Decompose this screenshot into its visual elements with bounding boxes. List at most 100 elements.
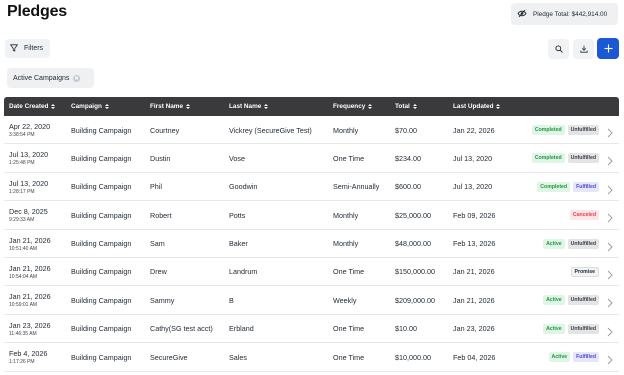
date-created: Jan 23, 2026 bbox=[9, 320, 51, 330]
frequency-cell: Semi-Annually bbox=[333, 182, 380, 192]
date-created: Jan 21, 2026 bbox=[9, 263, 51, 273]
first-cell: Robert bbox=[150, 210, 172, 220]
total-cell: $25,000.00 bbox=[395, 210, 431, 220]
table-row[interactable]: Jul 13, 2020 1:28:17 PM Building Campaign P… bbox=[4, 173, 619, 202]
status-badge: Completed bbox=[537, 181, 571, 192]
column-header-frequency[interactable]: Frequency bbox=[333, 97, 373, 116]
campaign-cell: Building Campaign bbox=[71, 239, 132, 249]
pledges-table: Date Created Campaign First Name Last Na… bbox=[4, 97, 619, 372]
column-label: Last Name bbox=[229, 103, 262, 110]
date-created: Jul 13, 2020 bbox=[9, 178, 49, 188]
time-created: 1:17:26 PM bbox=[9, 359, 35, 366]
updated-cell: Feb 04, 2026 bbox=[453, 352, 496, 362]
chevron-right-icon[interactable] bbox=[607, 153, 613, 171]
search-button[interactable] bbox=[548, 39, 569, 59]
status-badges: Canceled bbox=[569, 201, 599, 229]
status-badge: Unfulfilled bbox=[567, 323, 599, 334]
first-cell: Dustin bbox=[150, 153, 171, 163]
status-badge: Active bbox=[543, 238, 565, 249]
download-icon bbox=[579, 40, 588, 58]
time-created: 10:54:04 AM bbox=[9, 273, 38, 280]
add-pledge-button[interactable] bbox=[597, 38, 619, 59]
status-badge: Canceled bbox=[569, 210, 599, 221]
column-label: Last Updated bbox=[453, 103, 494, 110]
last-cell: Erbland bbox=[229, 324, 254, 334]
status-badge: Unfulfilled bbox=[567, 238, 599, 249]
chevron-right-icon[interactable] bbox=[607, 295, 613, 313]
status-badge: Fulfilled bbox=[573, 352, 599, 363]
status-badges: Active Unfulfilled bbox=[543, 315, 599, 343]
date-created-cell: Dec 8, 2025 9:29:33 AM bbox=[9, 201, 48, 229]
download-button[interactable] bbox=[573, 39, 594, 59]
table-row[interactable]: Jan 21, 2026 10:59:01 AM Building Campaign… bbox=[4, 286, 619, 315]
campaign-cell: Building Campaign bbox=[71, 295, 132, 305]
frequency-cell: One Time bbox=[333, 352, 365, 362]
time-created: 3:38:54 PM bbox=[9, 132, 35, 138]
date-created-cell: Jul 13, 2020 1:25:48 PM bbox=[9, 144, 48, 172]
remove-filter-icon[interactable] bbox=[73, 74, 81, 82]
total-cell: $10,000.00 bbox=[395, 352, 431, 362]
filters-button[interactable]: Filters bbox=[5, 39, 50, 58]
hide-eye-icon[interactable] bbox=[517, 9, 527, 20]
column-label: Date Created bbox=[9, 103, 49, 110]
table-row[interactable]: Feb 4, 2026 1:17:26 PM Building Campaign Se… bbox=[4, 343, 619, 372]
table-row[interactable]: Jan 21, 2026 10:51:40 AM Building Campaign… bbox=[4, 230, 619, 258]
page-title: Pledges bbox=[7, 3, 67, 20]
status-badges: Active Fulfilled bbox=[548, 343, 599, 371]
search-icon bbox=[554, 40, 563, 58]
date-created: Jul 13, 2020 bbox=[9, 150, 49, 160]
last-cell: Landrum bbox=[229, 267, 258, 277]
column-header-last-name[interactable]: Last Name bbox=[229, 97, 269, 116]
table-row[interactable]: Jul 13, 2020 1:25:48 PM Building Campaign D… bbox=[4, 144, 619, 173]
date-created-cell: Jan 21, 2026 10:59:01 AM bbox=[9, 286, 51, 314]
table-row[interactable]: Jan 21, 2026 10:54:04 AM Building Campaign… bbox=[4, 258, 619, 287]
column-header-campaign[interactable]: Campaign bbox=[71, 97, 109, 116]
table-body: Apr 22, 2020 3:38:54 PM Building Campaign C… bbox=[4, 116, 619, 372]
table-row[interactable]: Dec 8, 2025 9:29:33 AM Building Campaign Ro… bbox=[4, 201, 619, 230]
first-cell: Sammy bbox=[150, 295, 175, 305]
time-created: 11:46:35 AM bbox=[9, 330, 37, 337]
updated-cell: Jan 22, 2026 bbox=[453, 125, 495, 135]
status-badges: Promise bbox=[570, 258, 599, 286]
chevron-right-icon[interactable] bbox=[607, 352, 613, 370]
frequency-cell: Monthly bbox=[333, 210, 359, 220]
total-cell: $150,000.00 bbox=[395, 267, 435, 277]
date-created-cell: Jan 23, 2026 11:46:35 AM bbox=[9, 315, 51, 343]
column-header-last-updated[interactable]: Last Updated bbox=[453, 97, 501, 116]
status-badges: Active Unfulfilled bbox=[543, 286, 599, 314]
sort-icon bbox=[368, 104, 373, 109]
chevron-right-icon[interactable] bbox=[607, 182, 613, 200]
time-created: 10:51:40 AM bbox=[9, 245, 38, 252]
column-header-date-created[interactable]: Date Created bbox=[9, 97, 56, 116]
chevron-right-icon[interactable] bbox=[607, 125, 613, 143]
chevron-right-icon[interactable] bbox=[607, 239, 613, 257]
table-header: Date Created Campaign First Name Last Na… bbox=[4, 97, 619, 116]
table-row[interactable]: Apr 22, 2020 3:38:54 PM Building Campaign C… bbox=[4, 116, 619, 145]
chevron-right-icon[interactable] bbox=[607, 210, 613, 228]
date-created: Jan 21, 2026 bbox=[9, 292, 51, 302]
status-badge: Unfulfilled bbox=[567, 125, 599, 135]
sort-icon bbox=[264, 104, 269, 109]
status-badge: Unfulfilled bbox=[567, 153, 599, 164]
total-cell: $209,000.00 bbox=[395, 295, 435, 305]
updated-cell: Feb 09, 2026 bbox=[453, 210, 496, 220]
column-header-total[interactable]: Total bbox=[395, 97, 417, 116]
campaign-cell: Building Campaign bbox=[71, 182, 132, 192]
first-cell: Drew bbox=[150, 267, 167, 277]
column-header-first-name[interactable]: First Name bbox=[150, 97, 191, 116]
status-badge: Active bbox=[543, 323, 565, 334]
table-row[interactable]: Jan 23, 2026 11:46:35 AM Building Campaign… bbox=[4, 315, 619, 344]
active-filter-chip: Active Campaigns bbox=[7, 68, 94, 88]
time-created: 1:25:48 PM bbox=[9, 160, 35, 167]
chevron-right-icon[interactable] bbox=[607, 267, 613, 285]
frequency-cell: One Time bbox=[333, 324, 365, 334]
total-cell: $10.00 bbox=[395, 324, 417, 334]
status-badge: Completed bbox=[531, 153, 565, 164]
column-label: Frequency bbox=[333, 103, 366, 110]
updated-cell: Jul 13, 2020 bbox=[453, 182, 493, 192]
first-cell: Courtney bbox=[150, 125, 180, 135]
filters-label: Filters bbox=[24, 45, 44, 52]
chevron-right-icon[interactable] bbox=[607, 324, 613, 342]
column-label: Campaign bbox=[71, 103, 102, 110]
status-badges: Completed Unfulfilled bbox=[531, 116, 599, 144]
